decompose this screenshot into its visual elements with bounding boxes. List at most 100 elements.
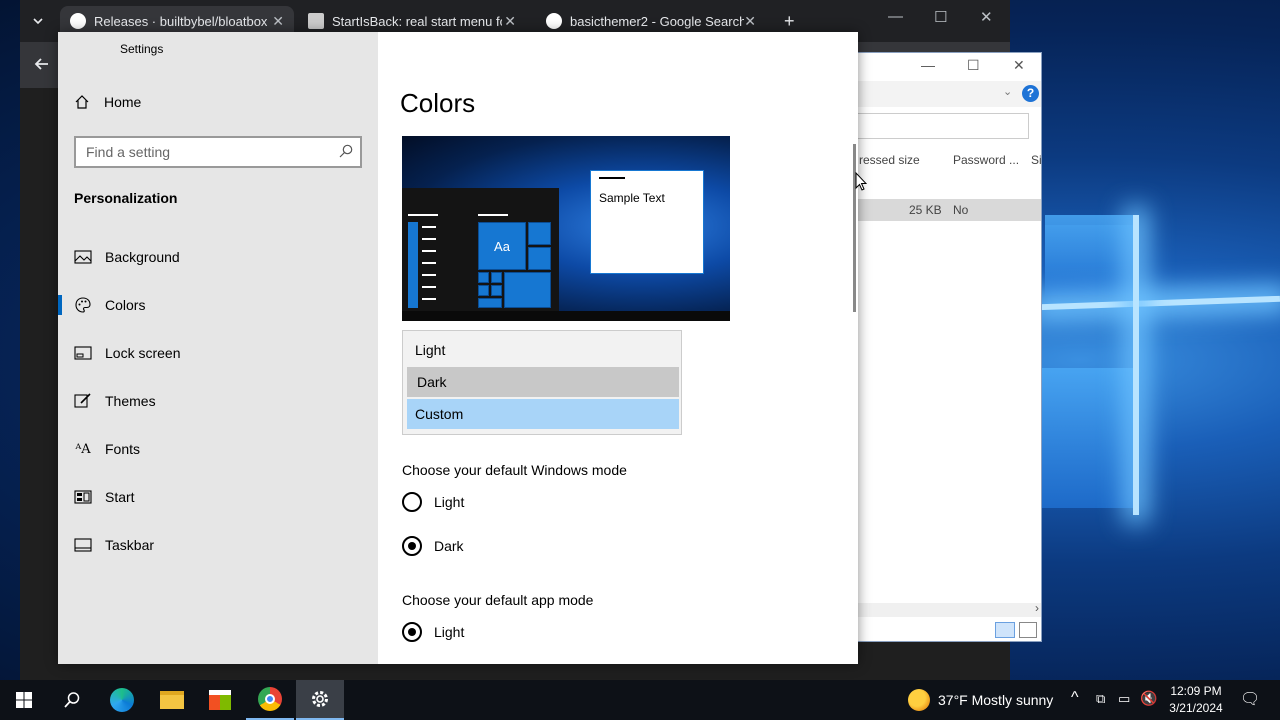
weather-icon[interactable] bbox=[908, 689, 930, 711]
close-icon[interactable]: ✕ bbox=[980, 8, 993, 26]
horizontal-scrollbar[interactable]: › bbox=[841, 601, 1041, 617]
clock-time: 12:09 PM bbox=[1170, 684, 1222, 698]
maximize-icon[interactable]: ☐ bbox=[934, 8, 947, 26]
windows-logo-beam bbox=[1133, 215, 1139, 515]
cell-password: No bbox=[953, 203, 969, 217]
radio-windows-light[interactable]: Light bbox=[402, 492, 464, 512]
radio-circle[interactable] bbox=[402, 536, 422, 556]
maximize-icon[interactable]: ☐ bbox=[967, 57, 980, 74]
radio-windows-dark[interactable]: Dark bbox=[402, 536, 464, 556]
sidebar-item-label: Background bbox=[105, 249, 180, 265]
scrollbar-thumb[interactable] bbox=[853, 144, 856, 312]
sidebar-item-fonts[interactable]: ᴬA Fonts bbox=[58, 429, 378, 469]
settings-search-box[interactable] bbox=[74, 136, 362, 168]
chevron-right-icon[interactable]: › bbox=[1035, 601, 1039, 615]
dropdown-option-custom[interactable]: Custom bbox=[407, 399, 679, 429]
theme-preview: Aa Sample Text bbox=[402, 136, 730, 321]
sidebar-item-label: Lock screen bbox=[105, 345, 181, 361]
dropdown-option-dark[interactable]: Dark bbox=[407, 367, 679, 397]
volume-muted-icon[interactable]: 🔇 bbox=[1140, 690, 1157, 707]
back-arrow-icon[interactable] bbox=[34, 56, 50, 72]
explorer-ribbon: ⌄ bbox=[841, 81, 1041, 107]
column-compressed-size[interactable]: ressed size bbox=[859, 153, 920, 167]
settings-nav-pane: Settings Home Personalization Background… bbox=[58, 32, 378, 664]
search-icon[interactable] bbox=[338, 143, 354, 159]
chevron-up-icon[interactable]: ^ bbox=[1071, 689, 1079, 707]
chevron-down-icon bbox=[33, 18, 43, 25]
explorer-titlebar: — ☐ ✕ bbox=[841, 53, 1041, 81]
close-icon[interactable]: ✕ bbox=[504, 13, 516, 30]
google-icon bbox=[546, 13, 562, 29]
network-icon[interactable]: ⧉ bbox=[1096, 691, 1105, 707]
clock-date: 3/21/2024 bbox=[1169, 701, 1223, 715]
radio-label: Dark bbox=[434, 538, 464, 554]
taskbar-icon bbox=[74, 536, 92, 554]
preview-window: Sample Text bbox=[590, 170, 704, 274]
sidebar-item-background[interactable]: Background bbox=[58, 237, 378, 277]
taskbar-clock[interactable]: 12:09 PM 3/21/2024 bbox=[1162, 683, 1230, 717]
start-button[interactable] bbox=[0, 680, 48, 720]
folder-icon bbox=[160, 691, 184, 709]
nav-home-label: Home bbox=[104, 94, 142, 110]
home-icon bbox=[75, 95, 89, 109]
sidebar-item-label: Colors bbox=[105, 297, 146, 313]
explorer-search-input[interactable] bbox=[851, 113, 1029, 139]
sidebar-item-taskbar[interactable]: Taskbar bbox=[58, 525, 378, 565]
settings-content-pane: Colors Aa Sample Text Light Dark Custom … bbox=[378, 32, 858, 664]
close-icon[interactable]: ✕ bbox=[272, 13, 284, 30]
sidebar-item-themes[interactable]: Themes bbox=[58, 381, 378, 421]
tab-search-dropdown[interactable] bbox=[28, 6, 54, 36]
document-icon bbox=[308, 13, 324, 29]
radio-circle[interactable] bbox=[402, 492, 422, 512]
sidebar-item-label: Fonts bbox=[105, 441, 141, 457]
app-title: Settings bbox=[120, 42, 164, 56]
details-view-icon[interactable] bbox=[995, 622, 1015, 638]
explorer-statusbar bbox=[841, 619, 1041, 641]
taskbar-search-button[interactable] bbox=[48, 680, 96, 720]
radio-label: Light bbox=[434, 494, 465, 510]
weather-text[interactable]: 37°F Mostly sunny bbox=[938, 692, 1053, 708]
brush-icon bbox=[74, 392, 92, 410]
windows-icon bbox=[16, 692, 32, 708]
notification-icon[interactable]: 🗨 bbox=[1240, 689, 1260, 709]
nav-section-heading: Personalization bbox=[74, 190, 178, 206]
page-title: Colors bbox=[400, 88, 476, 118]
radio-app-light[interactable]: Light bbox=[402, 622, 464, 642]
display-icon[interactable]: ▭ bbox=[1118, 691, 1130, 707]
close-icon[interactable]: ✕ bbox=[1013, 57, 1025, 74]
store-icon bbox=[209, 690, 231, 710]
close-icon[interactable]: ✕ bbox=[744, 13, 756, 30]
cell-compressed-size: 25 KB bbox=[909, 203, 942, 217]
github-icon bbox=[70, 13, 86, 29]
taskbar-settings[interactable] bbox=[296, 680, 344, 720]
radio-circle[interactable] bbox=[402, 622, 422, 642]
settings-window: Settings Home Personalization Background… bbox=[58, 32, 858, 664]
search-input[interactable] bbox=[76, 138, 326, 166]
taskbar-store[interactable] bbox=[196, 680, 244, 720]
sidebar-item-start[interactable]: Start bbox=[58, 477, 378, 517]
column-password[interactable]: Password ... bbox=[953, 153, 1019, 167]
color-mode-dropdown[interactable]: Light Dark Custom bbox=[402, 330, 682, 435]
dropdown-option-light[interactable]: Light bbox=[407, 335, 679, 365]
windows-logo-pane bbox=[1045, 225, 1135, 300]
taskbar-edge[interactable] bbox=[98, 680, 146, 720]
sidebar-item-lock-screen[interactable]: Lock screen bbox=[58, 333, 378, 373]
mouse-cursor-icon bbox=[855, 172, 867, 191]
plus-icon: + bbox=[784, 10, 795, 31]
sidebar-item-colors[interactable]: Colors bbox=[58, 285, 378, 325]
preview-tile-label: Aa bbox=[478, 222, 526, 270]
palette-icon bbox=[74, 296, 92, 314]
taskbar-file-explorer[interactable] bbox=[148, 680, 196, 720]
column-size[interactable]: Si bbox=[1031, 153, 1042, 167]
lock-screen-icon bbox=[74, 344, 92, 362]
edge-icon bbox=[110, 688, 134, 712]
chevron-down-icon[interactable]: ⌄ bbox=[1003, 85, 1012, 98]
nav-home[interactable]: Home bbox=[74, 94, 141, 110]
taskbar-chrome[interactable] bbox=[246, 680, 294, 720]
large-icons-view-icon[interactable] bbox=[1019, 622, 1037, 638]
minimize-icon[interactable]: — bbox=[921, 57, 935, 73]
preview-sample-text: Sample Text bbox=[599, 191, 665, 205]
help-icon[interactable]: ? bbox=[1022, 85, 1039, 102]
minimize-icon[interactable]: — bbox=[888, 8, 903, 25]
sidebar-item-label: Themes bbox=[105, 393, 156, 409]
